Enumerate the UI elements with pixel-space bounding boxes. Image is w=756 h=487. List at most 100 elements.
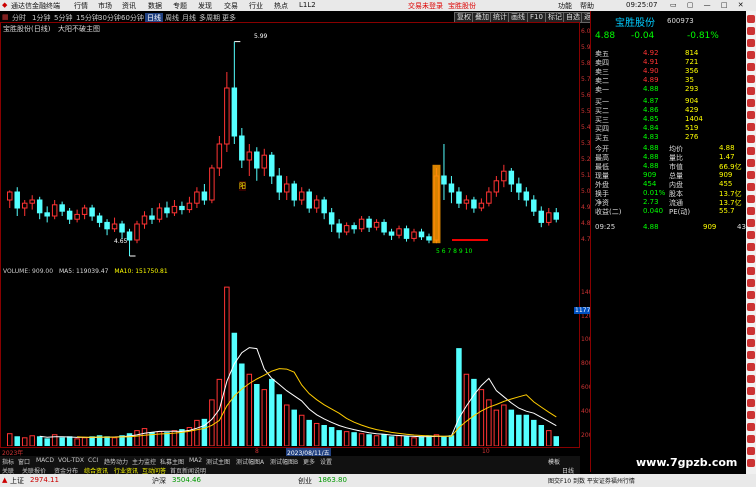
candle-body — [298, 191, 305, 201]
toolbar-icon[interactable] — [747, 423, 755, 431]
toolbar-icon[interactable] — [747, 75, 755, 83]
toolbar-icon[interactable] — [747, 387, 755, 395]
indicator-tab[interactable]: MA2 — [189, 457, 202, 464]
indicator-tab[interactable]: CCI — [88, 457, 98, 464]
index-name[interactable]: 创业 — [298, 476, 312, 486]
toolbar-icon[interactable] — [747, 279, 755, 287]
toolbar-icon[interactable] — [747, 111, 755, 119]
bid-row[interactable]: 买三 4.85 1404 — [595, 115, 745, 124]
toolbar-icon[interactable] — [747, 339, 755, 347]
stat-value: 454 — [643, 180, 657, 188]
bid-row[interactable]: 买二 4.86 429 — [595, 106, 745, 115]
toolbar-icon[interactable] — [747, 375, 755, 383]
ask-row[interactable]: 卖一 4.88 293 — [595, 85, 745, 94]
toolbar-icon[interactable] — [747, 243, 755, 251]
menu-item[interactable]: 数据 — [148, 1, 162, 11]
toolbar-icon[interactable] — [747, 351, 755, 359]
volume-chart[interactable] — [0, 276, 580, 446]
bid-row[interactable]: 买五 4.83 276 — [595, 133, 745, 142]
toolbar-icon[interactable] — [747, 51, 755, 59]
menu-item[interactable]: 交易 — [224, 1, 238, 11]
toolbar-icon[interactable] — [747, 255, 755, 263]
candle-body — [546, 212, 552, 223]
menu-item[interactable]: L1L2 — [299, 1, 316, 9]
candle-body — [96, 215, 103, 223]
menu-item[interactable]: 专题 — [173, 1, 187, 11]
candle-body — [486, 191, 492, 204]
ask-row[interactable]: 卖二 4.89 35 — [595, 76, 745, 85]
candle-body — [104, 221, 110, 230]
window-controls[interactable]: ▭ ▢ — □ ✕ — [670, 1, 748, 9]
toolbar-icon[interactable] — [747, 315, 755, 323]
login-status[interactable]: 交易未登录 — [408, 1, 443, 11]
candle-body — [463, 199, 470, 204]
toolbar-icon[interactable] — [747, 27, 755, 35]
ask-row[interactable]: 卖四 4.91 721 — [595, 58, 745, 67]
toolbar-icon[interactable] — [747, 291, 755, 299]
volume-bar — [523, 414, 530, 446]
menu-item[interactable]: 行情 — [74, 1, 88, 11]
toolbar-icon[interactable] — [747, 171, 755, 179]
index-name[interactable]: 沪深 — [152, 476, 166, 486]
menu-item[interactable]: 行业 — [249, 1, 263, 11]
toolbar-icon[interactable] — [747, 207, 755, 215]
toolbar-icon[interactable] — [747, 39, 755, 47]
menu-item[interactable]: 资讯 — [122, 1, 136, 11]
stat-value: 4.88 — [643, 144, 659, 152]
volume-bar — [306, 419, 312, 446]
toolbar-icon[interactable] — [747, 447, 755, 455]
indicator-tab[interactable]: MACD — [36, 457, 54, 464]
level-price: 4.91 — [643, 58, 659, 66]
bid-row[interactable]: 买一 4.87 904 — [595, 97, 745, 106]
toolbar-icon[interactable] — [747, 159, 755, 167]
toolbar-icon[interactable] — [747, 363, 755, 371]
toolbar-icon[interactable] — [747, 183, 755, 191]
indicator-tab[interactable]: VOL-TDX — [58, 457, 84, 464]
stat-value: 4.88 — [643, 162, 659, 170]
toolbar-icon[interactable] — [747, 195, 755, 203]
toolbar-icon[interactable] — [747, 267, 755, 275]
volume-bar — [141, 428, 148, 446]
toolbar-icon[interactable] — [747, 411, 755, 419]
bid-row[interactable]: 买四 4.84 519 — [595, 124, 745, 133]
menu-item[interactable]: 热点 — [274, 1, 288, 11]
volume-bar — [501, 404, 507, 446]
menu-function[interactable]: 功能 — [558, 1, 572, 11]
candle-body — [396, 228, 402, 236]
candle-body — [14, 191, 20, 209]
toolbar-icon[interactable] — [747, 15, 755, 23]
toolbar-icon[interactable] — [747, 147, 755, 155]
volume-bar — [254, 384, 260, 446]
candlestick-chart[interactable] — [0, 30, 580, 266]
candle-body — [381, 221, 387, 233]
toolbar-icon[interactable] — [747, 87, 755, 95]
toolbar-icon[interactable] — [747, 135, 755, 143]
toolbar-icon[interactable] — [747, 459, 755, 467]
app-logo-icon: ◆ — [2, 1, 8, 9]
menu-item[interactable]: 市场 — [98, 1, 112, 11]
level-label: 买五 — [595, 134, 609, 142]
menu-help[interactable]: 帮助 — [580, 1, 594, 11]
toolbar-icon[interactable] — [747, 327, 755, 335]
toolbar-icon[interactable] — [747, 303, 755, 311]
candle-body — [508, 170, 515, 185]
ask-row[interactable]: 卖五 4.92 814 — [595, 49, 745, 58]
toolbar-icon[interactable] — [747, 123, 755, 131]
ask-row[interactable]: 卖三 4.90 356 — [595, 67, 745, 76]
level-volume: 904 — [685, 97, 699, 105]
toolbar-icon[interactable] — [747, 399, 755, 407]
menu-item[interactable]: 发现 — [198, 1, 212, 11]
index-name[interactable]: 上证 — [10, 476, 24, 486]
candle-body — [254, 151, 260, 169]
toolbar-icon[interactable] — [747, 219, 755, 227]
stat-row: 最高 4.88 量比 1.47 — [595, 153, 745, 162]
toolbar-icon[interactable] — [747, 231, 755, 239]
toolbar-icon[interactable] — [747, 435, 755, 443]
toolbar-icon[interactable] — [747, 99, 755, 107]
toolbar-icon[interactable] — [747, 63, 755, 71]
grid-icon[interactable]: ▦ — [2, 13, 9, 21]
watermark: www.7gpzb.com — [636, 456, 738, 469]
volume-bar — [14, 436, 20, 446]
candle-body — [186, 202, 193, 211]
stat-row: 收益(二) 0.040 PE(动) 55.7 — [595, 207, 745, 216]
